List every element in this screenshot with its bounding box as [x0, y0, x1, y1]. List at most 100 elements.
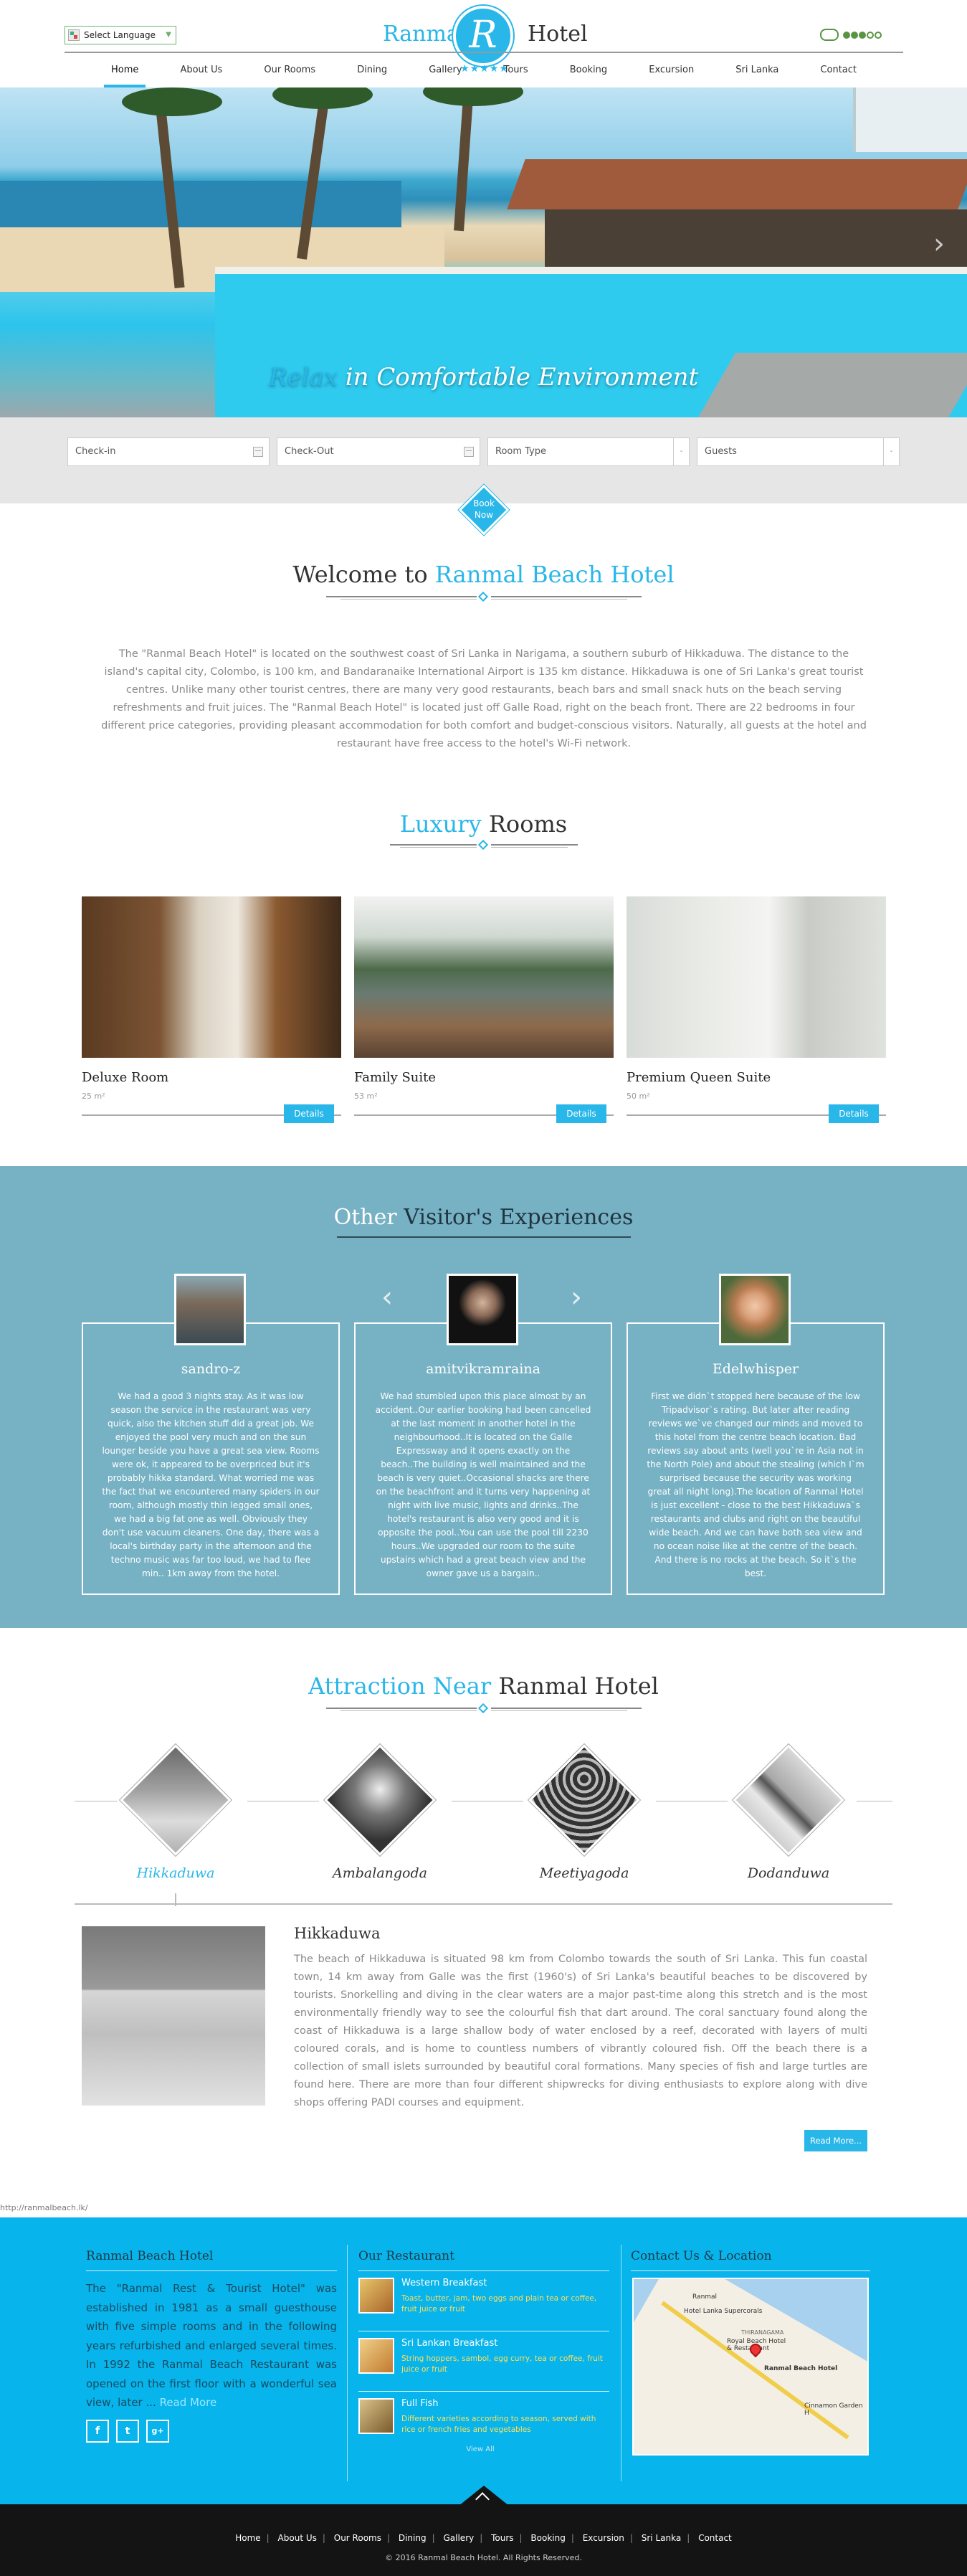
- main-nav: Home About Us Our Rooms Dining Gallery T…: [104, 57, 864, 87]
- site-footer: Ranmal Beach Hotel The "Ranmal Rest & To…: [0, 2217, 967, 2504]
- room-image[interactable]: [627, 896, 886, 1058]
- footer-contact-title: Contact Us & Location: [631, 2249, 772, 2263]
- footer-nav-booking[interactable]: Booking: [530, 2533, 565, 2543]
- attraction-image[interactable]: [120, 1744, 232, 1856]
- nav-sri-lanka[interactable]: Sri Lanka: [728, 57, 786, 87]
- dropdown-arrow-icon[interactable]: -: [883, 438, 899, 465]
- restaurant-item-image[interactable]: [358, 2338, 394, 2374]
- title-ornament: [326, 1703, 642, 1714]
- facebook-icon[interactable]: f: [86, 2420, 109, 2443]
- restaurant-item-desc: Different varieties according to season,…: [401, 2415, 596, 2434]
- attraction-image[interactable]: [528, 1744, 640, 1856]
- experiences-title-highlight: Other: [333, 1205, 397, 1230]
- nav-home[interactable]: Home: [104, 57, 146, 87]
- attraction-image[interactable]: [733, 1744, 844, 1856]
- checkin-input[interactable]: Check-in: [67, 437, 270, 466]
- room-type-select[interactable]: Room Type -: [487, 437, 690, 466]
- palm-leaves: [122, 87, 222, 116]
- footer-column-divider: [347, 2245, 348, 2481]
- rooms-title-highlight: Luxury: [399, 810, 482, 838]
- restaurant-item-name[interactable]: Sri Lankan Breakfast: [401, 2338, 497, 2349]
- carousel-next-arrow[interactable]: ›: [571, 1281, 582, 1314]
- attraction-hikkaduwa[interactable]: Hikkaduwa: [108, 1744, 251, 1890]
- book-now-label: Book Now: [459, 498, 509, 521]
- footer-nav-sri-lanka[interactable]: Sri Lanka: [642, 2533, 681, 2543]
- restaurant-item-divider: [358, 2391, 609, 2392]
- restaurant-item[interactable]: Full Fish Different varieties according …: [358, 2398, 609, 2448]
- carousel-prev-arrow[interactable]: ‹: [381, 1281, 393, 1314]
- restaurant-item-image[interactable]: [358, 2398, 394, 2434]
- attraction-label[interactable]: Dodanduwa: [720, 1865, 857, 1881]
- logo-text-right[interactable]: Hotel: [528, 22, 588, 47]
- nav-about-us[interactable]: About Us: [173, 57, 229, 87]
- checkout-input[interactable]: Check-Out: [277, 437, 480, 466]
- calendar-icon[interactable]: [253, 447, 263, 457]
- room-details-button[interactable]: Details: [284, 1104, 334, 1123]
- room-details-button[interactable]: Details: [829, 1104, 879, 1123]
- nav-our-rooms[interactable]: Our Rooms: [257, 57, 323, 87]
- calendar-icon[interactable]: [464, 447, 474, 457]
- hero-caption-text: in Comfortable Environment: [337, 363, 699, 392]
- attraction-detail-image: [82, 1926, 265, 2106]
- footer-nav-tours[interactable]: Tours: [491, 2533, 513, 2543]
- attraction-detail-text: The beach of Hikkaduwa is situated 98 km…: [294, 1954, 867, 2108]
- footer-nav-gallery[interactable]: Gallery: [443, 2533, 474, 2543]
- reviewer-avatar: [174, 1274, 246, 1345]
- reviewer-name: Edelwhisper: [712, 1361, 799, 1377]
- location-map[interactable]: Ranmal Hotel Lanka Supercorals THIRANAGA…: [632, 2278, 869, 2456]
- attraction-label[interactable]: Hikkaduwa: [108, 1865, 244, 1881]
- restaurant-item-name[interactable]: Western Breakfast: [401, 2278, 487, 2288]
- attraction-panel-divider: [75, 1903, 892, 1905]
- footer-nav-about-us[interactable]: About Us: [278, 2533, 317, 2543]
- slider-next-arrow[interactable]: ›: [933, 229, 951, 258]
- google-plus-icon[interactable]: g+: [146, 2420, 169, 2443]
- book-now-button[interactable]: Book Now: [458, 484, 510, 536]
- attraction-image[interactable]: [324, 1744, 436, 1856]
- nav-excursion[interactable]: Excursion: [642, 57, 701, 87]
- attraction-label[interactable]: Ambalangoda: [312, 1865, 448, 1881]
- restaurant-item-image[interactable]: [358, 2278, 394, 2314]
- room-image[interactable]: [82, 896, 341, 1058]
- room-size: 53 m²: [354, 1092, 378, 1101]
- palm-leaves: [423, 87, 523, 106]
- restaurant-item-name[interactable]: Full Fish: [401, 2398, 439, 2409]
- footer-nav-dining[interactable]: Dining: [399, 2533, 427, 2543]
- tripadvisor-owl-icon: [820, 29, 839, 41]
- nav-dining[interactable]: Dining: [350, 57, 394, 87]
- room-image[interactable]: [354, 896, 614, 1058]
- restaurant-item[interactable]: Western Breakfast Toast, butter, jam, tw…: [358, 2278, 609, 2328]
- scroll-to-top-button[interactable]: [459, 2486, 509, 2506]
- room-card-deluxe[interactable]: Deluxe Room 25 m² Details: [82, 896, 341, 1126]
- dropdown-arrow-icon[interactable]: -: [673, 438, 689, 465]
- language-select[interactable]: Select Language ▼: [65, 26, 176, 44]
- footer-nav-our-rooms[interactable]: Our Rooms: [334, 2533, 381, 2543]
- view-all-link[interactable]: View All: [459, 2445, 502, 2453]
- nav-tours[interactable]: Tours: [497, 57, 535, 87]
- room-card-premium-queen[interactable]: Premium Queen Suite 50 m² Details: [627, 896, 886, 1126]
- room-type-value: Room Type: [495, 446, 547, 457]
- room-details-button[interactable]: Details: [556, 1104, 606, 1123]
- attraction-ambalangoda[interactable]: Ambalangoda: [312, 1744, 455, 1890]
- nav-contact[interactable]: Contact: [813, 57, 864, 87]
- title-ornament: [326, 591, 642, 602]
- footer-nav-home[interactable]: Home: [235, 2533, 260, 2543]
- attraction-label[interactable]: Meetiyagoda: [516, 1865, 652, 1881]
- footer-nav-contact[interactable]: Contact: [698, 2533, 732, 2543]
- tripadvisor-rating[interactable]: [820, 27, 883, 43]
- read-more-button[interactable]: Read More...: [804, 2130, 867, 2151]
- header-divider: [65, 52, 903, 53]
- restaurant-item[interactable]: Sri Lankan Breakfast String hoppers, sam…: [358, 2338, 609, 2388]
- attraction-detail-name: Hikkaduwa: [294, 1925, 381, 1942]
- nav-booking[interactable]: Booking: [563, 57, 614, 87]
- hero-slider: › Relax in Comfortable Environment: [0, 87, 967, 417]
- site-header: Select Language ▼ Ranmal R ★★★★★ Hotel H…: [0, 0, 967, 87]
- footer-nav-excursion[interactable]: Excursion: [583, 2533, 624, 2543]
- footer-read-more-link[interactable]: Read More: [160, 2396, 217, 2409]
- attraction-dodanduwa[interactable]: Dodanduwa: [720, 1744, 864, 1890]
- twitter-icon[interactable]: t: [116, 2420, 139, 2443]
- review-card: sandro-z We had a good 3 nights stay. As…: [82, 1322, 340, 1595]
- attraction-meetiyagoda[interactable]: Meetiyagoda: [516, 1744, 659, 1890]
- nav-gallery[interactable]: Gallery: [421, 57, 469, 87]
- room-card-family-suite[interactable]: Family Suite 53 m² Details: [354, 896, 614, 1126]
- guests-select[interactable]: Guests -: [697, 437, 900, 466]
